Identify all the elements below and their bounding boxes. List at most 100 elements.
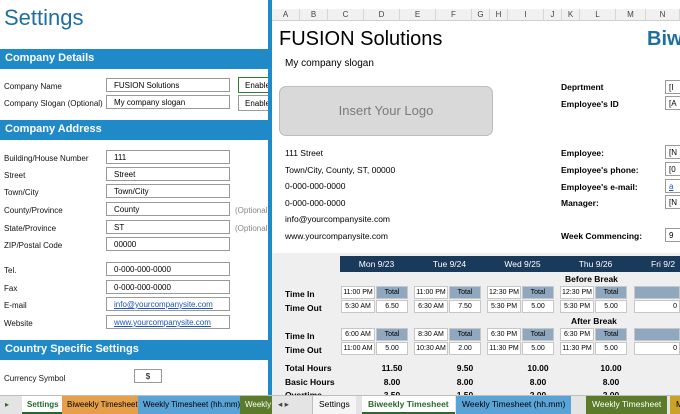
tab-monthly[interactable]: Mo bbox=[670, 396, 680, 414]
enable-slogan-button[interactable]: Enable bbox=[238, 95, 272, 111]
day-header: Thu 9/26 bbox=[559, 256, 632, 272]
currency-field[interactable]: $ bbox=[134, 369, 162, 383]
tab-weekly[interactable]: Weekly bbox=[240, 396, 272, 414]
basic-hours-value: 8.00 bbox=[456, 377, 474, 387]
manager-field[interactable]: [N bbox=[665, 195, 680, 209]
time-cell[interactable]: 8:30 AM bbox=[414, 328, 448, 341]
total-value-cell: 5.00 bbox=[522, 300, 554, 313]
state-field[interactable]: ST bbox=[106, 220, 230, 234]
time-cell[interactable]: 11:30 PM bbox=[487, 342, 521, 355]
time-cell[interactable]: 10:30 AM bbox=[414, 342, 448, 355]
sheet-title-partial: Biw bbox=[647, 28, 680, 50]
employee-phone-label: Employee's phone: bbox=[561, 165, 639, 175]
partial-cell bbox=[634, 286, 680, 299]
employee-email-label: Employee's e-mail: bbox=[561, 182, 638, 192]
total-header-cell: Total bbox=[449, 328, 481, 341]
street-field[interactable]: Street bbox=[106, 167, 230, 181]
employee-id-label: Employee's ID bbox=[561, 99, 619, 109]
column-header[interactable]: G bbox=[472, 9, 490, 21]
time-cell[interactable]: 12:30 PM bbox=[560, 286, 594, 299]
total-value-cell: 2.00 bbox=[449, 342, 481, 355]
time-cell[interactable]: 5:30 AM bbox=[341, 300, 375, 313]
company-name-field[interactable]: FUSION Solutions bbox=[106, 78, 230, 92]
column-header[interactable]: C bbox=[328, 9, 364, 21]
zip-label: ZIP/Postal Code bbox=[4, 241, 63, 250]
tab-scroll-right-icon[interactable]: ▸ bbox=[0, 396, 20, 414]
section-country-settings: Country Specific Settings bbox=[0, 340, 270, 360]
column-header[interactable]: I bbox=[508, 9, 544, 21]
total-value-cell: 5.00 bbox=[522, 342, 554, 355]
street-label: Street bbox=[4, 171, 26, 180]
email-label: E-mail bbox=[4, 301, 27, 310]
fax-field[interactable]: 0-000-000-0000 bbox=[106, 280, 230, 294]
town-field[interactable]: Town/City bbox=[106, 184, 230, 198]
enable-company-name-button[interactable]: Enable bbox=[238, 77, 272, 93]
tab-biweekly-timesheet-active[interactable]: Biweekly Timesheet bbox=[362, 396, 455, 414]
tab-weekly-timesheet-hhmm[interactable]: Weekly Timesheet (hh.mm) bbox=[138, 396, 246, 414]
tab-weekly-timesheet[interactable]: Weekly Timesheet bbox=[586, 396, 668, 414]
time-cell[interactable]: 11:00 PM bbox=[341, 286, 375, 299]
time-cell[interactable]: 6:00 AM bbox=[341, 328, 375, 341]
column-header[interactable]: D bbox=[364, 9, 400, 21]
week-commencing-field[interactable]: 9 bbox=[665, 228, 680, 242]
time-cell[interactable]: 5:30 PM bbox=[487, 300, 521, 313]
time-cell[interactable]: 11:00 AM bbox=[341, 342, 375, 355]
total-header-cell: Total bbox=[376, 286, 408, 299]
county-label: County/Province bbox=[4, 206, 63, 215]
column-header[interactable]: M bbox=[616, 9, 646, 21]
total-hours-value: 10.00 bbox=[527, 363, 549, 373]
tel-field[interactable]: 0-000-000-0000 bbox=[106, 262, 230, 276]
time-cell[interactable]: 6:30 PM bbox=[487, 328, 521, 341]
time-cell[interactable]: 6:30 AM bbox=[414, 300, 448, 313]
column-header[interactable]: N bbox=[646, 9, 680, 21]
logo-placeholder[interactable]: Insert Your Logo bbox=[279, 86, 493, 136]
total-value-cell: 7.50 bbox=[449, 300, 481, 313]
slogan-field[interactable]: My company slogan bbox=[106, 95, 230, 109]
zip-field[interactable]: 00000 bbox=[106, 237, 230, 251]
building-field[interactable]: 111 bbox=[106, 150, 230, 164]
column-header[interactable]: H bbox=[490, 9, 508, 21]
total-header-cell: Total bbox=[522, 328, 554, 341]
website-label: Website bbox=[4, 319, 33, 328]
basic-hours-value: 8.00 bbox=[383, 377, 401, 387]
website-field[interactable]: www.yourcompanysite.com bbox=[106, 315, 230, 329]
time-cell[interactable]: 11:00 PM bbox=[414, 286, 448, 299]
employee-field[interactable]: [N bbox=[665, 145, 680, 159]
column-header-row: A B C D E F G H I J K L M N bbox=[272, 9, 680, 21]
column-header[interactable]: K bbox=[562, 9, 580, 21]
total-header-cell: Total bbox=[595, 286, 627, 299]
employee-email-field[interactable]: a bbox=[665, 179, 680, 193]
column-header[interactable]: J bbox=[544, 9, 562, 21]
department-field[interactable]: [I bbox=[665, 80, 680, 94]
basic-hours-label: Basic Hours bbox=[285, 377, 335, 387]
currency-label: Currency Symbol bbox=[4, 374, 66, 383]
total-header-cell: Total bbox=[522, 286, 554, 299]
time-cell[interactable]: 12:30 PM bbox=[487, 286, 521, 299]
time-cell[interactable]: 11:30 PM bbox=[560, 342, 594, 355]
after-break-heading: After Break bbox=[571, 316, 617, 326]
tab-settings[interactable]: Settings bbox=[312, 396, 356, 414]
tab-nav-arrows-icon[interactable]: ◂ ▸ bbox=[272, 396, 310, 414]
tel-label: Tel. bbox=[4, 266, 17, 275]
column-header[interactable]: F bbox=[436, 9, 472, 21]
time-cell[interactable]: 5:30 PM bbox=[560, 300, 594, 313]
time-cell[interactable]: 6:30 PM bbox=[560, 328, 594, 341]
town-label: Town/City bbox=[4, 188, 39, 197]
time-out-label: Time Out bbox=[285, 303, 322, 313]
employee-phone-field[interactable]: [0 bbox=[665, 162, 680, 176]
column-header[interactable]: L bbox=[580, 9, 616, 21]
right-sheet-tabs: ◂ ▸ Settings Biweekly Timesheet Weekly T… bbox=[272, 395, 680, 414]
column-header[interactable]: E bbox=[400, 9, 436, 21]
email-field[interactable]: info@yourcompanysite.com bbox=[106, 297, 230, 311]
county-field[interactable]: County bbox=[106, 202, 230, 216]
tab-settings[interactable]: Settings bbox=[22, 396, 64, 414]
tab-biweekly-timesheet[interactable]: Biweekly Timesheet bbox=[62, 396, 143, 414]
company-name-label: Company Name bbox=[4, 82, 62, 91]
day-header: Tue 9/24 bbox=[413, 256, 486, 272]
employee-id-field[interactable]: [A bbox=[665, 96, 680, 110]
time-in-label: Time In bbox=[285, 289, 315, 299]
column-header[interactable]: A bbox=[272, 9, 300, 21]
tab-weekly-timesheet-hhmm[interactable]: Weekly Timesheet (hh.mm) bbox=[456, 396, 572, 414]
column-header[interactable]: B bbox=[300, 9, 328, 21]
address-line: 0-000-000-0000 bbox=[285, 198, 346, 208]
